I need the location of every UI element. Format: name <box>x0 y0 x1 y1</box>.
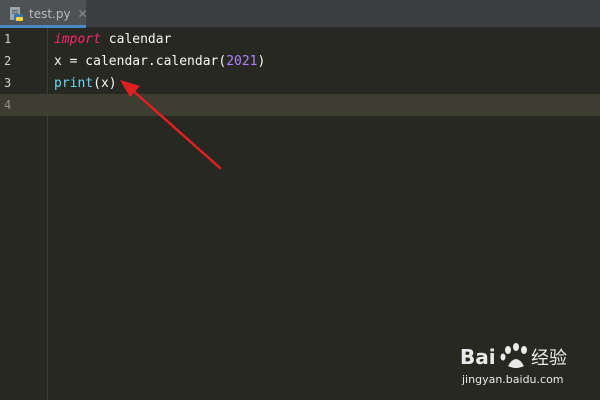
code-text: x = calendar.calendar(2021) <box>54 54 265 69</box>
line-number: 2 <box>4 54 12 68</box>
line-number: 4 <box>4 98 12 112</box>
baidu-jingyan-watermark: Bai 经验 jingyan.baidu.com <box>458 340 588 390</box>
svg-text:经验: 经验 <box>531 348 567 369</box>
code-text: import calendar <box>54 32 171 47</box>
tab-test-py[interactable]: test.py ✕ <box>0 0 88 28</box>
line-number: 1 <box>4 32 12 46</box>
code-line[interactable]: 4 <box>0 94 600 116</box>
code-text: print(x) <box>54 76 117 91</box>
tab-label: test.py <box>29 7 71 21</box>
ide-window: test.py ✕ 1 import calendar 2 x = calendar.… <box>0 0 600 400</box>
python-file-icon <box>8 6 24 22</box>
editor-tab-bar: test.py ✕ <box>0 0 600 28</box>
code-token-plain: x = calendar. <box>54 53 156 69</box>
line-number: 3 <box>4 76 12 90</box>
code-line[interactable]: 3 print(x) <box>0 72 600 94</box>
code-token-plain: calendar <box>100 31 172 47</box>
code-token-plain: calendar <box>155 53 219 69</box>
code-token-plain: ) <box>257 53 266 69</box>
baidu-jingyan-logo: Bai 经验 <box>460 343 567 369</box>
code-line[interactable]: 2 x = calendar.calendar(2021) <box>0 50 600 72</box>
watermark-url: jingyan.baidu.com <box>462 373 564 386</box>
code-token-plain: (x) <box>93 75 117 91</box>
close-icon[interactable]: ✕ <box>78 8 88 20</box>
code-token-keyword: import <box>54 31 101 47</box>
code-line[interactable]: 1 import calendar <box>0 28 600 50</box>
code-token-number: 2021 <box>226 53 258 69</box>
code-token-builtin: print <box>54 75 94 91</box>
svg-text:Bai: Bai <box>460 345 496 369</box>
